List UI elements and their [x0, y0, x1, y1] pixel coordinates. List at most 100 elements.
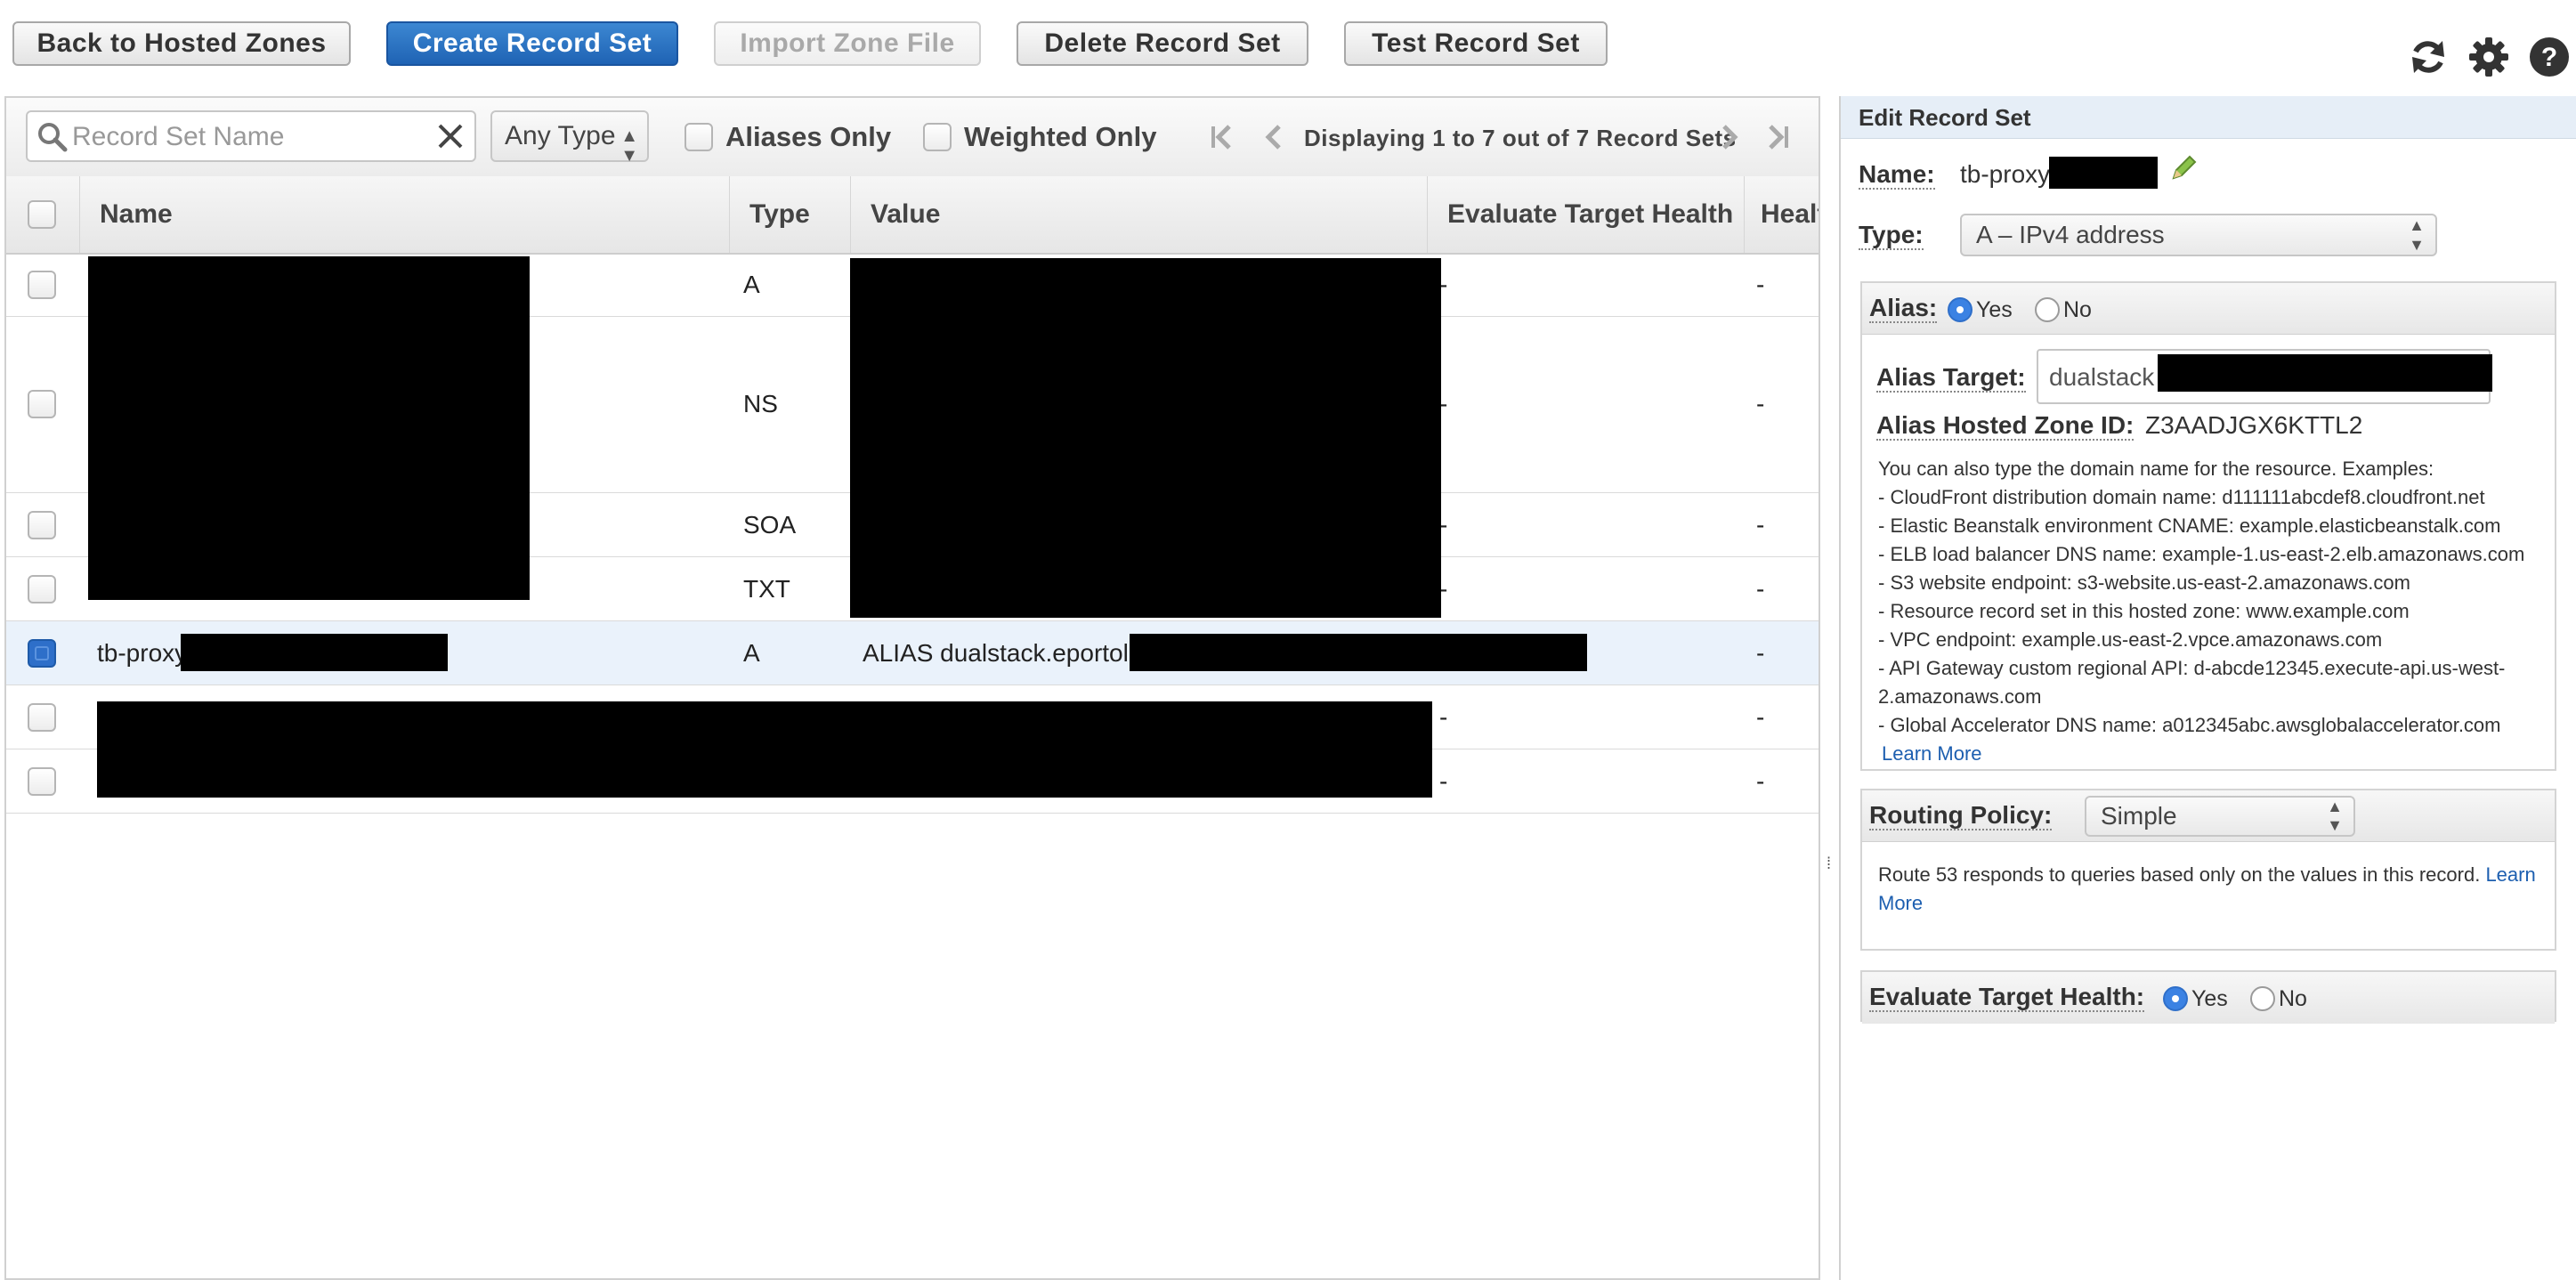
- create-record-set-button[interactable]: Create Record Set: [386, 21, 678, 66]
- panel-splitter-handle[interactable]: ⁞: [1827, 855, 1831, 873]
- evaluate-target-health-label: Evaluate Target Health:: [1869, 983, 2145, 1012]
- row-health-check: -: [1756, 703, 1765, 731]
- column-value[interactable]: Value: [850, 176, 1427, 253]
- type-filter-select[interactable]: Any Type ▲ ▼: [490, 110, 649, 166]
- evaluate-health-no-label: No: [2279, 986, 2307, 1011]
- aliases-only-checkbox[interactable]: [685, 123, 713, 151]
- evaluate-health-yes-label: Yes: [2191, 986, 2228, 1011]
- type-select[interactable]: A – IPv4 address ▲ ▼: [1960, 214, 2437, 256]
- column-type[interactable]: Type: [729, 176, 850, 253]
- row-health-check: -: [1756, 639, 1765, 667]
- test-record-set-button[interactable]: Test Record Set: [1344, 21, 1608, 66]
- row-checkbox[interactable]: [28, 390, 56, 418]
- help-icon[interactable]: ?: [2528, 36, 2571, 78]
- alias-learn-more-link[interactable]: Learn More: [1882, 742, 1982, 766]
- alias-hosted-zone-value: Z3AADJGX6KTTL2: [2145, 411, 2363, 439]
- row-type: A: [743, 639, 760, 667]
- row-type: A: [743, 271, 760, 298]
- alias-help-item: - Resource record set in this hosted zon…: [1878, 600, 2410, 622]
- first-page-icon[interactable]: [1206, 121, 1238, 153]
- row-checkbox[interactable]: [28, 511, 56, 539]
- name-value: tb-proxy: [1960, 160, 2051, 188]
- row-type: SOA: [743, 511, 797, 539]
- table-row-selected[interactable]: tb-proxy A ALIAS dualstack.eportolar -: [6, 621, 1819, 685]
- row-health-check: -: [1756, 575, 1765, 603]
- evaluate-health-yes-radio[interactable]: [2163, 986, 2188, 1011]
- panel-title: Edit Record Set: [1841, 96, 2576, 139]
- table-header: Name Type Value Evaluate Target Health H…: [6, 176, 1819, 255]
- type-label: Type:: [1859, 221, 1924, 250]
- redaction-bar: [181, 634, 448, 671]
- back-to-hosted-zones-button[interactable]: Back to Hosted Zones: [12, 21, 351, 66]
- type-filter-value: Any Type: [505, 121, 616, 150]
- import-zone-file-button[interactable]: Import Zone File: [714, 21, 981, 66]
- column-name[interactable]: Name: [79, 176, 729, 253]
- record-sets-panel: Any Type ▲ ▼ Aliases Only Weighted Only …: [4, 96, 1820, 1280]
- row-health-check: -: [1756, 767, 1765, 795]
- clear-icon[interactable]: [437, 123, 464, 150]
- alias-help-intro: You can also type the domain name for th…: [1878, 458, 2434, 480]
- routing-policy-help: Route 53 responds to queries based only …: [1878, 863, 2536, 886]
- svg-text:?: ?: [2541, 43, 2557, 72]
- alias-help-item: - VPC endpoint: example.us-east-2.vpce.a…: [1878, 628, 2383, 651]
- next-page-icon[interactable]: [1713, 121, 1746, 153]
- alias-yes-label: Yes: [1976, 297, 2013, 322]
- alias-help-item: - ELB load balancer DNS name: example-1.…: [1878, 543, 2525, 565]
- last-page-icon[interactable]: [1762, 121, 1794, 153]
- select-arrows-icon: ▲ ▼: [2327, 798, 2343, 834]
- alias-help-item: - API Gateway custom regional API: d-abc…: [1878, 657, 2506, 679]
- redaction-block: [97, 701, 1432, 798]
- routing-learn-link[interactable]: Learn: [2485, 863, 2535, 886]
- select-all-checkbox[interactable]: [28, 200, 56, 229]
- pencil-icon[interactable]: [2168, 153, 2199, 183]
- row-health-check: -: [1756, 390, 1765, 417]
- alias-help-item: - Elastic Beanstalk environment CNAME: e…: [1878, 514, 2501, 537]
- alias-section: Alias: Yes No Alias Target: dualstack Al…: [1860, 281, 2556, 771]
- routing-policy-select[interactable]: Simple ▲ ▼: [2085, 796, 2355, 837]
- delete-record-set-button[interactable]: Delete Record Set: [1017, 21, 1308, 66]
- alias-target-value: dualstack: [2049, 363, 2155, 391]
- row-checkbox[interactable]: [28, 703, 56, 732]
- weighted-only-checkbox[interactable]: [923, 123, 952, 151]
- record-set-name-input[interactable]: [70, 119, 412, 155]
- row-name: tb-proxy: [97, 639, 188, 667]
- row-evaluate-health: -: [1439, 703, 1448, 731]
- weighted-only-label: Weighted Only: [964, 121, 1157, 152]
- routing-learn-more-link[interactable]: More: [1878, 892, 1923, 915]
- refresh-icon[interactable]: [2407, 36, 2450, 78]
- routing-policy-section: Routing Policy: Simple ▲ ▼ Route 53 respo…: [1860, 789, 2556, 951]
- select-arrows-icon: ▼: [620, 146, 638, 166]
- alias-no-radio[interactable]: [2035, 297, 2060, 322]
- alias-help-item: - CloudFront distribution domain name: d…: [1878, 486, 2485, 508]
- row-evaluate-health: -: [1439, 767, 1448, 795]
- redaction-bar: [1130, 634, 1587, 671]
- previous-page-icon[interactable]: [1258, 121, 1290, 153]
- column-evaluate-target-health[interactable]: Evaluate Target Health: [1427, 176, 1744, 253]
- evaluate-target-health-section: Evaluate Target Health: Yes No: [1860, 970, 2556, 1024]
- column-health-check[interactable]: Healt: [1744, 176, 1819, 253]
- row-checkbox[interactable]: [28, 271, 56, 299]
- alias-no-label: No: [2063, 297, 2092, 322]
- row-checkbox[interactable]: [28, 575, 56, 604]
- redaction-bar: [2049, 157, 2158, 189]
- evaluate-health-no-radio[interactable]: [2250, 986, 2275, 1011]
- row-checkbox[interactable]: [28, 767, 56, 796]
- alias-target-label: Alias Target:: [1876, 363, 2026, 393]
- routing-policy-value: Simple: [2101, 802, 2177, 830]
- pager-status: Displaying 1 to 7 out of 7 Record Sets: [1304, 125, 1737, 151]
- redaction-bar: [2158, 354, 2492, 392]
- alias-help-item: - S3 website endpoint: s3-website.us-eas…: [1878, 571, 2410, 594]
- edit-record-set-panel: Edit Record Set Name: tb-proxy Type: A –…: [1839, 96, 2576, 1280]
- name-label: Name:: [1859, 160, 1935, 190]
- search-box[interactable]: [26, 110, 476, 162]
- row-type: NS: [743, 390, 778, 417]
- aliases-only-label: Aliases Only: [725, 121, 892, 152]
- alias-target-input[interactable]: dualstack: [2037, 349, 2492, 404]
- row-checkbox-checked[interactable]: [28, 639, 56, 668]
- routing-policy-label: Routing Policy:: [1869, 801, 2053, 830]
- gear-icon[interactable]: [2467, 36, 2510, 78]
- alias-section-header: Alias: Yes No: [1862, 283, 2555, 335]
- alias-yes-radio[interactable]: [1948, 297, 1973, 322]
- alias-help-item: - Global Accelerator DNS name: a012345ab…: [1878, 714, 2501, 736]
- redaction-block: [88, 256, 530, 600]
